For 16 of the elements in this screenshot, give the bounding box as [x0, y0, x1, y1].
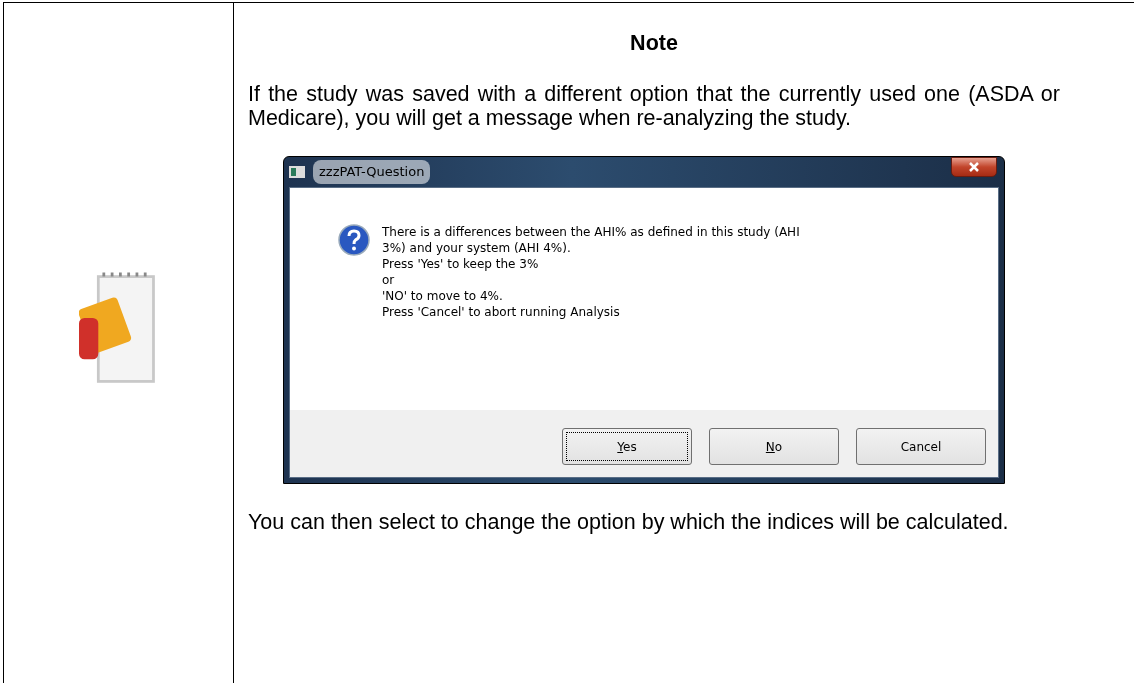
- note-title: Note: [629, 31, 679, 55]
- message-line: There is a differences between the AHI% as defined in this study (AHI 3%) and your system (AHI 4%).: [382, 224, 801, 256]
- message-line: Press 'Yes' to keep the 3%: [382, 256, 540, 272]
- message-line: 'NO' to move to 4%.: [382, 288, 504, 304]
- question-icon: [338, 224, 370, 256]
- dialog-button[interactable]: Yes: [562, 428, 692, 465]
- message-line: Press 'Cancel' to abort running Analysis: [382, 304, 621, 320]
- dialog-button[interactable]: No: [709, 428, 839, 465]
- dialog-button[interactable]: Cancel: [856, 428, 986, 465]
- message-line: or: [382, 272, 396, 288]
- outro-paragraph: You can then select to change the option by which the indices will be calculated.: [248, 510, 1010, 534]
- intro-paragraph: If the study was saved with a different option that the currently used one (ASDA or Medicare), you will get a message when re-analyzing the study.: [248, 82, 1060, 130]
- close-button[interactable]: [951, 157, 997, 177]
- close-icon: [968, 162, 980, 172]
- app-icon: [289, 165, 305, 179]
- dialog-title: zzzPAT-Question: [313, 160, 431, 184]
